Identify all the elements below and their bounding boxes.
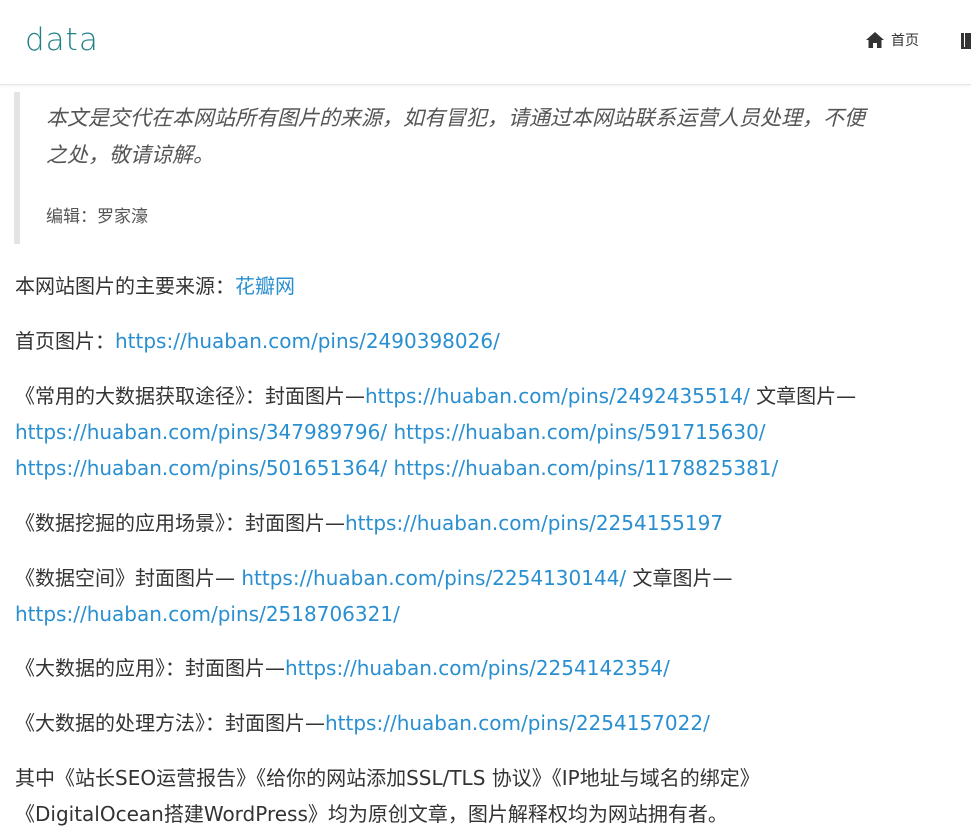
article-1-link-2[interactable]: https://huaban.com/pins/591715630/ [393,420,765,444]
home-icon [865,30,885,50]
article-1-cover-link[interactable]: https://huaban.com/pins/2492435514/ [365,384,750,408]
article-2-prefix: 《数据挖掘的应用场景》：封面图片— [15,511,345,535]
source-link[interactable]: 花瓣网 [235,274,295,298]
nav-home-link[interactable]: 首页 [865,30,919,50]
article-5-paragraph: 《大数据的处理方法》：封面图片—https://huaban.com/pins/… [15,705,960,741]
article-1-link-1[interactable]: https://huaban.com/pins/347989796/ [15,420,387,444]
article-1-prefix: 《常用的大数据获取途径》：封面图片— [15,384,365,408]
article-3-cover-link[interactable]: https://huaban.com/pins/2254130144/ [241,566,626,590]
article-3-mid: 文章图片— [626,566,733,590]
original-articles-paragraph: 其中《站长SEO运营报告》《给你的网站添加SSL/TLS 协议》《IP地址与域名… [15,760,960,832]
article-1-paragraph: 《常用的大数据获取途径》：封面图片—https://huaban.com/pin… [15,378,960,486]
site-header: data 首页 [0,0,971,85]
article-1-link-3[interactable]: https://huaban.com/pins/501651364/ [15,456,387,480]
article-5-cover-link[interactable]: https://huaban.com/pins/2254157022/ [325,711,710,735]
nav-home-label: 首页 [891,33,919,49]
notice-text: 本文是交代在本网站所有图片的来源，如有冒犯，请通过本网站联系运营人员处理，不便 … [46,100,936,174]
article-4-prefix: 《大数据的应用》：封面图片— [15,656,285,680]
article-4-cover-link[interactable]: https://huaban.com/pins/2254142354/ [285,656,670,680]
article-1-mid: 文章图片— [749,384,857,408]
article-4-paragraph: 《大数据的应用》：封面图片—https://huaban.com/pins/22… [15,650,960,686]
nav-book-link[interactable] [958,31,971,51]
original-articles-line-1: 其中《站长SEO运营报告》《给你的网站添加SSL/TLS 协议》《IP地址与域名… [15,766,760,790]
notice-blockquote: 本文是交代在本网站所有图片的来源，如有冒犯，请通过本网站联系运营人员处理，不便 … [14,92,950,244]
source-prefix: 本网站图片的主要来源： [15,274,235,298]
book-icon [958,33,971,51]
article-5-prefix: 《大数据的处理方法》：封面图片— [15,711,325,735]
home-image-link[interactable]: https://huaban.com/pins/2490398026/ [115,329,500,353]
site-logo[interactable]: data [25,22,99,58]
source-paragraph: 本网站图片的主要来源：花瓣网 [15,268,960,304]
editor-credit: 编辑：罗家濠 [46,207,148,227]
home-prefix: 首页图片： [15,329,115,353]
article-3-paragraph: 《数据空间》封面图片— https://huaban.com/pins/2254… [15,560,960,632]
article-3-prefix: 《数据空间》封面图片— [15,566,242,590]
article-2-paragraph: 《数据挖掘的应用场景》：封面图片—https://huaban.com/pins… [15,505,960,541]
home-image-paragraph: 首页图片：https://huaban.com/pins/2490398026/ [15,323,960,359]
notice-line-1: 本文是交代在本网站所有图片的来源，如有冒犯，请通过本网站联系运营人员处理，不便 [46,106,865,130]
article-2-cover-link[interactable]: https://huaban.com/pins/2254155197 [345,511,723,535]
article-3-link[interactable]: https://huaban.com/pins/2518706321/ [15,602,400,626]
article-1-link-4[interactable]: https://huaban.com/pins/1178825381/ [393,456,778,480]
original-articles-line-2: 《DigitalOcean搭建WordPress》均为原创文章，图片解释权均为网… [15,802,728,826]
notice-line-2: 之处，敬请谅解。 [46,143,214,167]
